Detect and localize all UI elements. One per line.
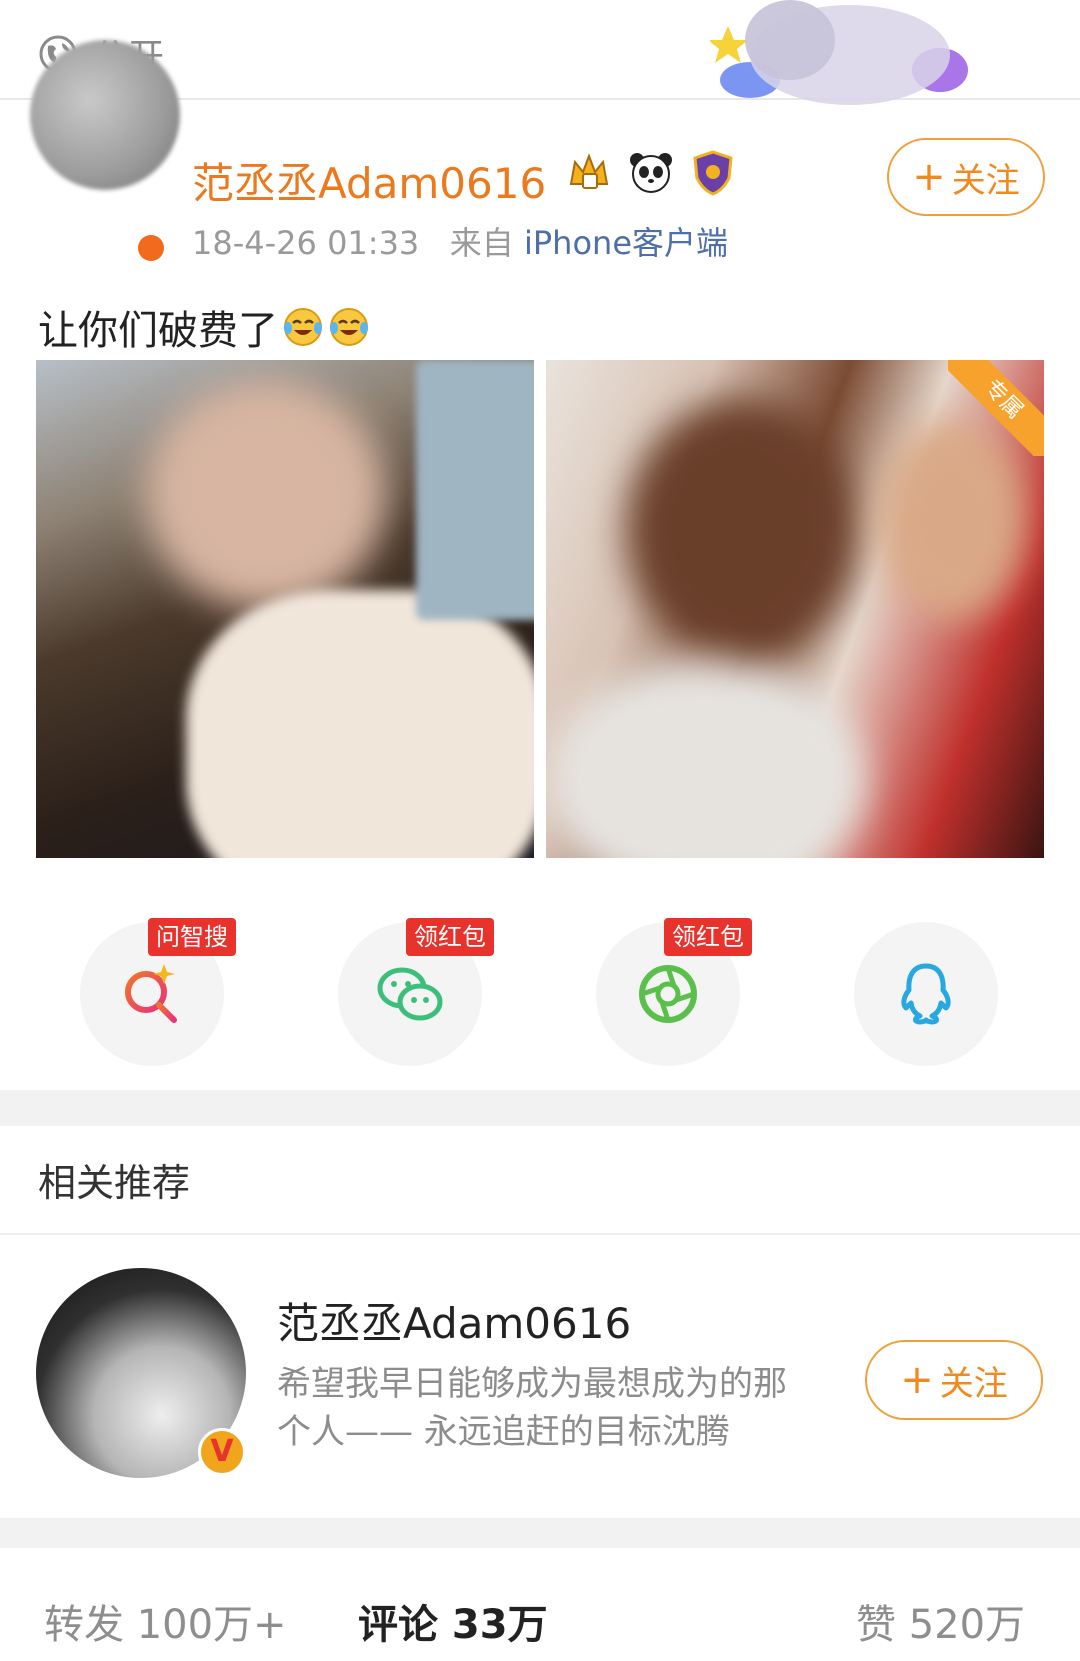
section-gap [0, 1090, 1080, 1126]
recommend-desc-line1: 希望我早日能够成为最想成为的那 [277, 1364, 787, 1404]
repost-tab[interactable]: 转发 100万+ [44, 1592, 287, 1650]
share-tag-wechat: 领红包 [406, 918, 494, 956]
author-badges [565, 148, 737, 196]
recommend-desc-line2: 个人—— 永远追赶的目标沈腾 [277, 1412, 730, 1452]
qq-icon [901, 963, 951, 1025]
follow-button[interactable]: + 关注 [887, 138, 1045, 216]
laugh-cry-emoji-icon [284, 308, 322, 346]
recommend-title: 相关推荐 [38, 1161, 191, 1205]
post-photo-1[interactable] [36, 360, 534, 858]
divider [0, 1233, 1080, 1235]
section-gap-2 [0, 1518, 1080, 1548]
share-tag-moments: 领红包 [664, 918, 752, 956]
recommend-name[interactable]: 范丞丞Adam0616 [277, 1290, 631, 1351]
comment-tab[interactable]: 评论 33万 [358, 1592, 548, 1650]
follow-label: 关注 [951, 160, 1020, 201]
avatar-badge [138, 235, 164, 261]
shirt-area [186, 590, 534, 858]
post-photo-2[interactable]: 专属 [546, 360, 1044, 858]
smart-search-icon [125, 964, 177, 1023]
post-source[interactable]: iPhone客户端 [524, 224, 728, 262]
window-area [416, 360, 534, 620]
wechat-icon [377, 967, 443, 1021]
plus-icon: + [912, 154, 946, 200]
laugh-cry-emoji-icon-2 [330, 308, 368, 346]
verified-badge-icon: V [198, 1428, 246, 1476]
exclusive-tag-label: 专属 [948, 360, 1044, 456]
blur-body [546, 660, 866, 858]
sticker-decoration [710, 0, 968, 105]
share-qq-button[interactable] [854, 922, 998, 1066]
share-tag-smart-search: 问智搜 [148, 918, 236, 956]
post-text: 让你们破费了 [38, 298, 370, 356]
like-tab[interactable]: 赞 520万 [856, 1592, 1025, 1650]
blur-overlay [146, 380, 386, 610]
panda-badge-icon[interactable] [627, 148, 675, 196]
post-text-content: 让你们破费了 [38, 308, 278, 354]
shield-badge-icon[interactable] [689, 148, 737, 196]
author-avatar[interactable] [30, 40, 180, 190]
share-smart-search-button[interactable]: 问智搜 [80, 918, 236, 1066]
exclusive-tag: 专属 [948, 360, 1044, 456]
blur-face-1 [626, 400, 856, 660]
post-time: 18-4-26 01:33 [192, 224, 420, 262]
recommend-follow-button[interactable]: + 关注 [865, 1340, 1043, 1420]
stats-bar: 转发 100万+ 评论 33万 赞 520万 [0, 1548, 1080, 1661]
recommend-desc: 希望我早日能够成为最想成为的那 个人—— 永远追赶的目标沈腾 [277, 1360, 837, 1456]
plus-icon: + [900, 1357, 934, 1403]
share-wechat-button[interactable]: 领红包 [338, 918, 494, 1066]
post-meta: 18-4-26 01:33 来自 iPhone客户端 [192, 218, 728, 264]
moments-icon [639, 965, 697, 1023]
share-row: 问智搜 领红包 领红包 [0, 900, 1080, 1080]
crown-badge-icon[interactable] [565, 148, 613, 196]
share-moments-button[interactable]: 领红包 [596, 918, 752, 1066]
recommend-follow-label: 关注 [939, 1363, 1008, 1404]
author-name[interactable]: 范丞丞Adam0616 [192, 150, 546, 211]
post-from-prefix: 来自 [449, 224, 514, 262]
